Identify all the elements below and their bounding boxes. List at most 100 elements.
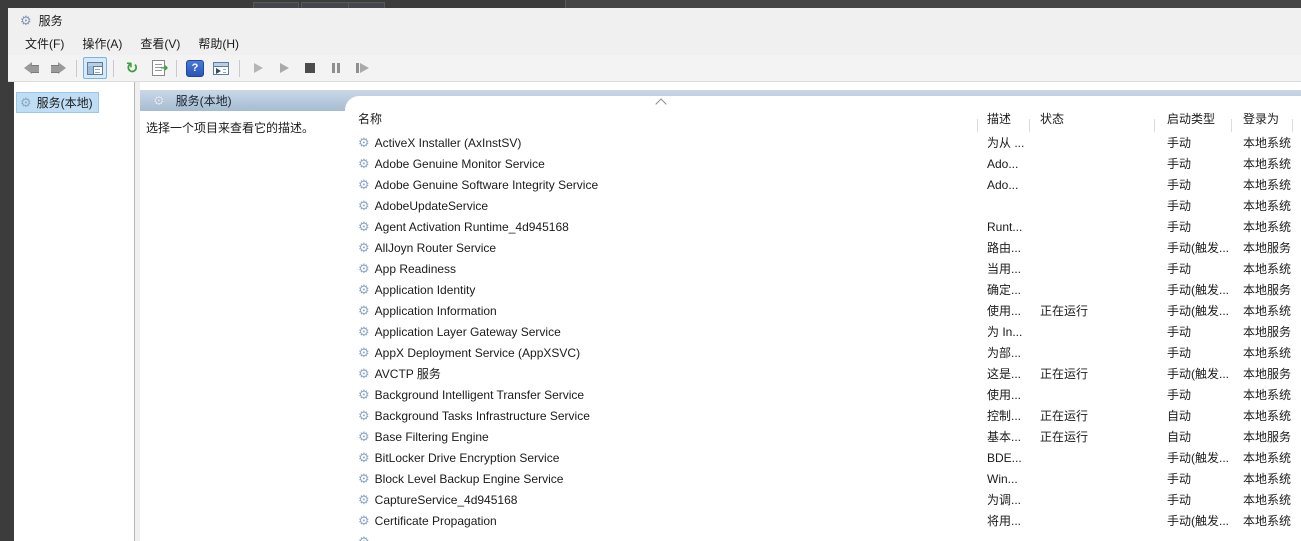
start-service-button[interactable] (246, 57, 270, 79)
table-row[interactable]: ⚙ Application Identity 确定... 手动(触发... 本地… (345, 279, 1301, 300)
table-row[interactable]: ⚙ AppX Deployment Service (AppXSVC) 为部..… (345, 342, 1301, 363)
service-name: AppX Deployment Service (AppXSVC) (375, 346, 580, 360)
table-row[interactable]: ⚙ (345, 531, 1301, 541)
table-row[interactable]: ⚙ CaptureService_4d945168 为调... 手动 本地系统 (345, 489, 1301, 510)
table-row[interactable]: ⚙ Agent Activation Runtime_4d945168 Runt… (345, 216, 1301, 237)
table-row[interactable]: ⚙ ActiveX Installer (AxInstSV) 为从 ... 手动… (345, 132, 1301, 153)
service-startup-type: 手动 (1155, 260, 1232, 277)
service-name: AdobeUpdateService (375, 199, 488, 213)
forward-button[interactable] (46, 57, 70, 79)
back-button[interactable] (20, 57, 44, 79)
service-logon-as: 本地服务 (1232, 239, 1301, 256)
toolbar-separator (176, 60, 177, 77)
background-top-strip (0, 0, 1301, 8)
service-startup-type: 手动 (1155, 155, 1232, 172)
main-pane: ⚙ 服务(本地) 选择一个项目来查看它的描述。 名称 描述 状态 启动类型 登录… (140, 82, 1301, 541)
pause-service-button[interactable] (324, 57, 348, 79)
column-header-startup-type[interactable]: 启动类型 (1155, 110, 1232, 132)
service-startup-type: 手动 (1155, 470, 1232, 487)
table-row[interactable]: ⚙ Application Information 使用... 正在运行 手动(… (345, 300, 1301, 321)
service-description: 为从 ... (978, 134, 1030, 151)
service-startup-type: 手动 (1155, 323, 1232, 340)
service-startup-type: 手动 (1155, 218, 1232, 235)
service-gear-icon: ⚙ (358, 535, 370, 541)
table-row[interactable]: ⚙ Certificate Propagation 将用... 手动(触发...… (345, 510, 1301, 531)
table-row[interactable]: ⚙ Adobe Genuine Software Integrity Servi… (345, 174, 1301, 195)
stop-service-button[interactable] (298, 57, 322, 79)
service-startup-type: 手动 (1155, 176, 1232, 193)
table-row[interactable]: ⚙ Background Intelligent Transfer Servic… (345, 384, 1301, 405)
service-gear-icon: ⚙ (358, 220, 370, 233)
table-row[interactable]: ⚙ BitLocker Drive Encryption Service BDE… (345, 447, 1301, 468)
service-logon-as: 本地系统 (1232, 155, 1301, 172)
table-row[interactable]: ⚙ Adobe Genuine Monitor Service Ado... 手… (345, 153, 1301, 174)
show-extended-view-button[interactable] (209, 57, 233, 79)
column-header-description[interactable]: 描述 (978, 110, 1030, 132)
service-name: Certificate Propagation (375, 514, 497, 528)
service-logon-as: 本地系统 (1232, 344, 1301, 361)
sidebar-item-services-local[interactable]: ⚙ 服务(本地) (16, 92, 99, 113)
service-startup-type: 手动(触发... (1155, 449, 1232, 466)
table-row[interactable]: ⚙ Base Filtering Engine 基本... 正在运行 自动 本地… (345, 426, 1301, 447)
service-logon-as: 本地系统 (1232, 386, 1301, 403)
service-name: Adobe Genuine Monitor Service (375, 157, 545, 171)
service-gear-icon: ⚙ (358, 157, 370, 170)
service-name: Application Identity (375, 283, 476, 297)
service-gear-icon: ⚙ (358, 304, 370, 317)
column-header-logon-as[interactable]: 登录为 (1232, 110, 1301, 132)
service-name: ActiveX Installer (AxInstSV) (375, 136, 522, 150)
resume-service-icon (280, 63, 289, 73)
table-row[interactable]: ⚙ Application Layer Gateway Service 为 In… (345, 321, 1301, 342)
export-list-button[interactable]: ➜ (146, 57, 170, 79)
services-gear-icon: ⚙ (153, 94, 165, 107)
column-header-name[interactable]: 名称 (345, 110, 978, 132)
service-description: BDE... (978, 451, 1030, 465)
menu-view[interactable]: 查看(V) (131, 32, 189, 55)
menu-action[interactable]: 操作(A) (73, 32, 131, 55)
service-status: 正在运行 (1030, 407, 1155, 424)
service-startup-type: 手动(触发... (1155, 302, 1232, 319)
table-row[interactable]: ⚙ App Readiness 当用... 手动 本地系统 (345, 258, 1301, 279)
resume-service-button[interactable] (272, 57, 296, 79)
service-gear-icon: ⚙ (358, 346, 370, 359)
services-gear-icon: ⚙ (20, 14, 32, 27)
show-console-tree-button[interactable] (83, 57, 107, 79)
table-row[interactable]: ⚙ Background Tasks Infrastructure Servic… (345, 405, 1301, 426)
table-row[interactable]: ⚙ Block Level Backup Engine Service Win.… (345, 468, 1301, 489)
menu-help[interactable]: 帮助(H) (189, 32, 248, 55)
service-logon-as: 本地系统 (1232, 449, 1301, 466)
service-gear-icon: ⚙ (358, 514, 370, 527)
service-startup-type: 手动 (1155, 386, 1232, 403)
table-row[interactable]: ⚙ AVCTP 服务 这是... 正在运行 手动(触发... 本地服务 (345, 363, 1301, 384)
toolbar-separator (239, 60, 240, 77)
service-gear-icon: ⚙ (358, 367, 370, 380)
service-gear-icon: ⚙ (358, 241, 370, 254)
help-button[interactable]: ? (183, 57, 207, 79)
sort-ascending-icon (655, 98, 666, 109)
service-name: CaptureService_4d945168 (375, 493, 518, 507)
help-icon: ? (186, 60, 204, 77)
service-logon-as: 本地服务 (1232, 281, 1301, 298)
table-row[interactable]: ⚙ AdobeUpdateService 手动 本地系统 (345, 195, 1301, 216)
column-header-status[interactable]: 状态 (1030, 110, 1155, 132)
service-startup-type: 手动(触发... (1155, 281, 1232, 298)
service-description: 路由... (978, 239, 1030, 256)
menu-file[interactable]: 文件(F) (16, 32, 73, 55)
service-name: AllJoyn Router Service (375, 241, 496, 255)
service-description: 这是... (978, 365, 1030, 382)
service-logon-as: 本地系统 (1232, 302, 1301, 319)
service-name: Agent Activation Runtime_4d945168 (375, 220, 569, 234)
service-startup-type: 手动 (1155, 491, 1232, 508)
service-gear-icon: ⚙ (358, 430, 370, 443)
services-list-panel: 名称 描述 状态 启动类型 登录为 ⚙ ActiveX Installer (A… (345, 96, 1301, 541)
service-gear-icon: ⚙ (358, 199, 370, 212)
service-name: Adobe Genuine Software Integrity Service (375, 178, 598, 192)
table-row[interactable]: ⚙ AllJoyn Router Service 路由... 手动(触发... … (345, 237, 1301, 258)
service-name: Background Tasks Infrastructure Service (375, 409, 590, 423)
sidebar-item-label: 服务(本地) (37, 94, 93, 111)
refresh-button[interactable]: ↻ (120, 57, 144, 79)
service-logon-as: 本地系统 (1232, 197, 1301, 214)
restart-service-button[interactable] (350, 57, 374, 79)
services-gear-icon: ⚙ (20, 96, 32, 109)
service-logon-as: 本地系统 (1232, 470, 1301, 487)
